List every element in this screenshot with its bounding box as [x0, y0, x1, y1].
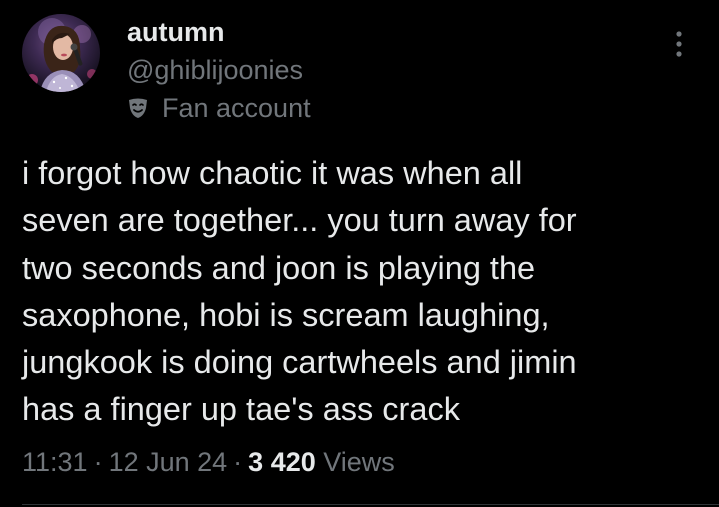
tweet-text-line: seven are together... you turn away for [22, 202, 577, 239]
views-count: 3 420 [248, 447, 316, 477]
tweet-text: i forgot how chaotic it was when all sev… [22, 150, 702, 434]
account-label-row: Fan account [127, 92, 311, 124]
tweet-text-line: jungkook is doing cartwheels and jimin [22, 344, 577, 381]
divider [22, 504, 719, 505]
tweet-text-line: i forgot how chaotic it was when all [22, 155, 523, 191]
tweet-text-line: two seconds and joon is playing the [22, 249, 536, 286]
tweet-text-line: has a finger up tae's ass crack [22, 391, 460, 428]
more-options-button[interactable] [664, 28, 694, 64]
tweet-date[interactable]: 12 Jun 24 [109, 447, 228, 477]
account-label: Fan account [162, 93, 311, 123]
tweet-text-line: saxophone, hobi is scream laughing, [22, 296, 550, 333]
views-label: Views [323, 447, 395, 477]
display-name[interactable]: autumn [127, 16, 225, 48]
meta-separator: · [233, 447, 243, 477]
theater-mask-icon [127, 97, 149, 119]
tweet-meta: 11:31 · 12 Jun 24 · 3 420 Views [22, 444, 395, 480]
meta-separator: · [93, 447, 103, 477]
avatar[interactable] [22, 14, 100, 92]
tweet: autumn @ghiblijoonies Fan account i forg… [0, 0, 719, 507]
user-handle[interactable]: @ghiblijoonies [127, 54, 303, 86]
tweet-time[interactable]: 11:31 [22, 447, 88, 477]
more-vertical-icon [675, 30, 683, 63]
